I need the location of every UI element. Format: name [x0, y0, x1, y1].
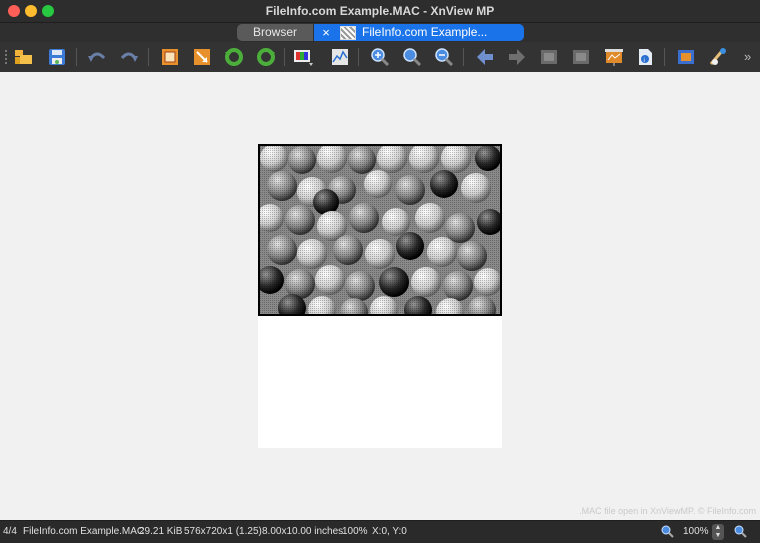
status-bar: 4/4 FileInfo.com Example.MAC 29.21 KiB 5…	[0, 520, 760, 543]
status-filesize: 29.21 KiB	[139, 526, 183, 537]
properties-icon[interactable]: i	[634, 46, 656, 68]
watermark-text: .MAC file open in XnViewMP. © FileInfo.c…	[579, 506, 756, 516]
status-print-size: 8.00x10.00 inches	[262, 526, 344, 537]
status-zoom: 100%	[342, 526, 368, 537]
document-page	[258, 144, 502, 448]
tab-close-icon[interactable]: ×	[320, 24, 332, 41]
previous-icon[interactable]	[474, 46, 496, 68]
tab-bar: Browser × FileInfo.com Example...	[0, 23, 760, 42]
status-dimensions: 576x720x1 (1.25)	[184, 526, 262, 537]
toolbar-separator	[76, 48, 77, 66]
tab-image-label: FileInfo.com Example...	[362, 25, 488, 39]
settings-icon[interactable]	[707, 46, 729, 68]
slideshow-icon[interactable]	[603, 46, 625, 68]
histogram-icon[interactable]	[329, 46, 351, 68]
status-zoom-level: 100%	[683, 526, 709, 537]
zoom-in-icon[interactable]	[369, 46, 391, 68]
tab-image[interactable]: × FileInfo.com Example...	[314, 24, 524, 41]
open-folder-icon[interactable]	[13, 46, 35, 68]
toolbar-separator	[463, 48, 464, 66]
redo-icon[interactable]	[118, 46, 140, 68]
rotate-right-icon[interactable]	[255, 46, 277, 68]
title-bar: FileInfo.com Example.MAC - XnView MP	[0, 0, 760, 23]
zoom-stepper[interactable]: ▲ ▼	[712, 524, 724, 540]
last-page-icon[interactable]	[570, 46, 592, 68]
zoom-out-icon[interactable]	[433, 46, 455, 68]
rotate-left-icon[interactable]	[223, 46, 245, 68]
toolbar-grip[interactable]	[5, 50, 7, 64]
image-viewer[interactable]: .MAC file open in XnViewMP. © FileInfo.c…	[0, 72, 760, 520]
next-icon[interactable]	[506, 46, 528, 68]
zoom-out-small-icon[interactable]	[733, 524, 747, 538]
status-filename: FileInfo.com Example.MAC	[23, 526, 145, 537]
resize-icon[interactable]	[191, 46, 213, 68]
toolbar: i »	[0, 42, 760, 73]
first-page-icon[interactable]	[538, 46, 560, 68]
save-icon[interactable]	[46, 46, 68, 68]
toolbar-separator	[664, 48, 665, 66]
crop-icon[interactable]	[159, 46, 181, 68]
toolbar-overflow-icon[interactable]: »	[744, 49, 751, 64]
undo-icon[interactable]	[86, 46, 108, 68]
tab-browser[interactable]: Browser	[237, 24, 313, 41]
color-adjust-icon[interactable]	[292, 46, 314, 68]
toolbar-separator	[358, 48, 359, 66]
zoom-in-small-icon[interactable]	[660, 524, 674, 538]
toolbar-separator	[148, 48, 149, 66]
svg-text:i: i	[644, 58, 645, 64]
marbles-image	[258, 144, 502, 316]
window-title: FileInfo.com Example.MAC - XnView MP	[265, 4, 495, 18]
status-index: 4/4	[3, 526, 17, 537]
fullscreen-icon[interactable]	[675, 46, 697, 68]
zoom-fit-icon[interactable]	[401, 46, 423, 68]
tab-thumbnail-icon	[340, 26, 356, 40]
toolbar-separator	[284, 48, 285, 66]
status-cursor: X:0, Y:0	[372, 526, 407, 537]
